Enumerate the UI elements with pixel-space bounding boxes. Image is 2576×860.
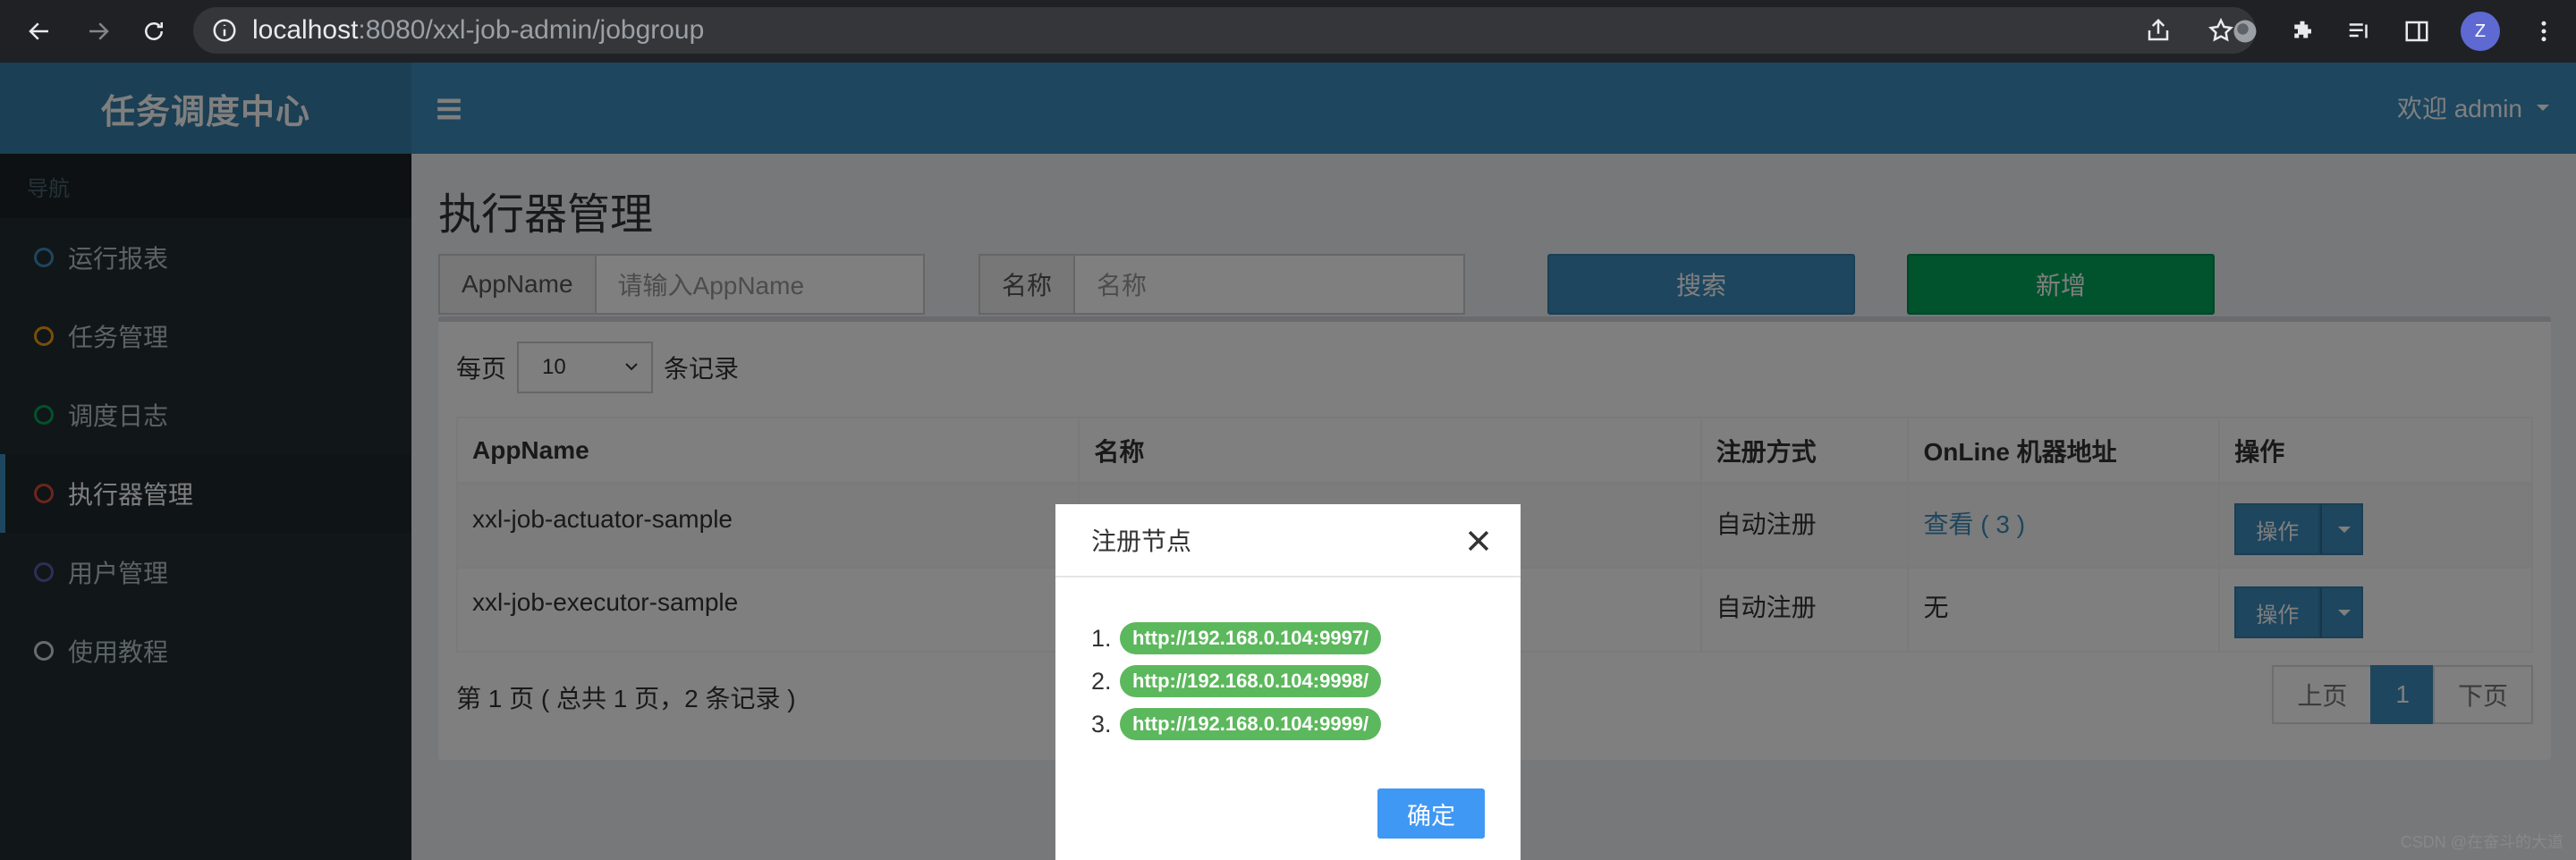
watermark: CSDN @在奋斗的大道 xyxy=(2400,833,2563,851)
extension-globe-icon[interactable] xyxy=(2232,18,2258,45)
list-item: 3. http://192.168.0.104:9999/ xyxy=(1091,703,1521,746)
share-icon[interactable] xyxy=(2145,17,2172,44)
reload-icon[interactable] xyxy=(134,12,174,51)
side-panel-icon[interactable] xyxy=(2403,18,2430,45)
registry-nodes-modal: 注册节点 1. http://192.168.0.104:9997/ 2. ht… xyxy=(1055,504,1521,860)
extensions-puzzle-icon[interactable] xyxy=(2289,18,2316,45)
modal-body: 1. http://192.168.0.104:9997/ 2. http://… xyxy=(1055,578,1521,746)
close-icon[interactable] xyxy=(1463,526,1494,556)
modal-title: 注册节点 xyxy=(1091,527,1192,555)
reading-list-icon[interactable] xyxy=(2346,18,2373,45)
browser-menu-icon[interactable] xyxy=(2530,18,2557,45)
address-bar[interactable]: localhost:8080/xxl-job-admin/jobgroup xyxy=(193,7,2256,54)
site-info-icon[interactable] xyxy=(211,17,238,44)
forward-icon[interactable] xyxy=(79,12,118,51)
list-item: 2. http://192.168.0.104:9998/ xyxy=(1091,660,1521,703)
node-address-badge: http://192.168.0.104:9999/ xyxy=(1120,708,1382,740)
browser-toolbar: localhost:8080/xxl-job-admin/jobgroup Z xyxy=(0,0,2576,63)
url-text: localhost:8080/xxl-job-admin/jobgroup xyxy=(252,15,705,45)
modal-header: 注册节点 xyxy=(1055,504,1521,578)
node-address-badge: http://192.168.0.104:9998/ xyxy=(1120,665,1382,697)
back-icon[interactable] xyxy=(20,12,59,51)
bookmark-star-icon[interactable] xyxy=(2207,17,2234,44)
list-item: 1. http://192.168.0.104:9997/ xyxy=(1091,617,1521,660)
profile-avatar[interactable]: Z xyxy=(2461,12,2500,51)
confirm-button[interactable]: 确定 xyxy=(1377,788,1485,839)
node-address-badge: http://192.168.0.104:9997/ xyxy=(1120,622,1382,654)
